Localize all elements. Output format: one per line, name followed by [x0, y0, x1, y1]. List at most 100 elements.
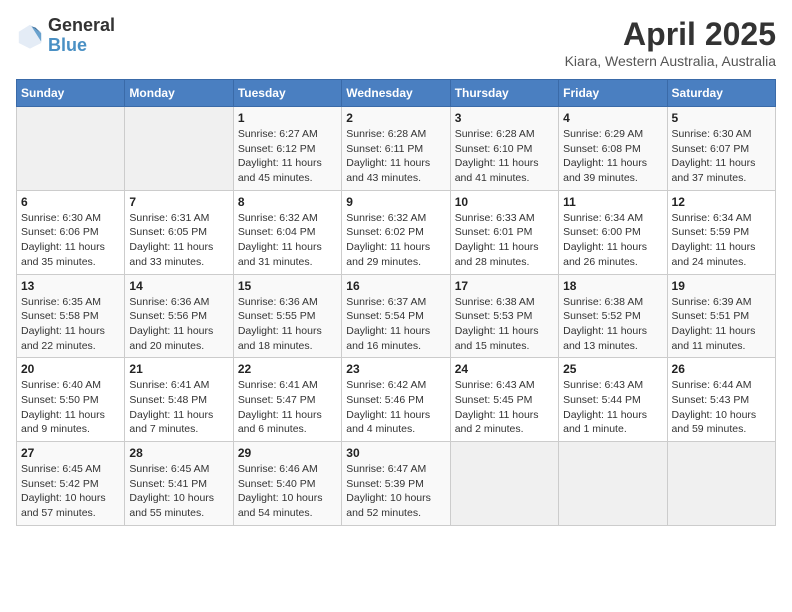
day-number: 14	[129, 279, 228, 293]
day-number: 28	[129, 446, 228, 460]
calendar-cell: 4 Sunrise: 6:29 AM Sunset: 6:08 PM Daylig…	[559, 107, 667, 191]
day-number: 23	[346, 362, 445, 376]
day-number: 19	[672, 279, 771, 293]
day-info: Sunrise: 6:30 AM Sunset: 6:06 PM Dayligh…	[21, 211, 120, 270]
calendar-cell	[450, 442, 558, 526]
logo-text-block: General Blue	[48, 16, 115, 56]
day-header-tuesday: Tuesday	[233, 80, 341, 107]
day-info: Sunrise: 6:34 AM Sunset: 5:59 PM Dayligh…	[672, 211, 771, 270]
calendar-cell: 25Sunrise: 6:43 AM Sunset: 5:44 PM Dayli…	[559, 358, 667, 442]
title-block: April 2025 Kiara, Western Australia, Aus…	[565, 16, 776, 69]
day-number: 4	[563, 111, 662, 125]
day-info: Sunrise: 6:38 AM Sunset: 5:53 PM Dayligh…	[455, 295, 554, 354]
day-info: Sunrise: 6:45 AM Sunset: 5:41 PM Dayligh…	[129, 462, 228, 521]
calendar-header-row: SundayMondayTuesdayWednesdayThursdayFrid…	[17, 80, 776, 107]
calendar-cell: 27 Sunrise: 6:45 AM Sunset: 5:42 PM Dayli…	[17, 442, 125, 526]
day-number: 30	[346, 446, 445, 460]
day-number: 22	[238, 362, 337, 376]
page-header: General Blue April 2025 Kiara, Western A…	[16, 16, 776, 69]
day-number: 10	[455, 195, 554, 209]
day-header-friday: Friday	[559, 80, 667, 107]
calendar-cell: 21 Sunrise: 6:41 AM Sunset: 5:48 PM Dayli…	[125, 358, 233, 442]
calendar-cell	[125, 107, 233, 191]
day-info: Sunrise: 6:45 AM Sunset: 5:42 PM Dayligh…	[21, 462, 120, 521]
day-info: Sunrise: 6:32 AM Sunset: 6:02 PM Dayligh…	[346, 211, 445, 270]
calendar-cell: 26Sunrise: 6:44 AM Sunset: 5:43 PM Dayli…	[667, 358, 775, 442]
day-header-wednesday: Wednesday	[342, 80, 450, 107]
day-number: 9	[346, 195, 445, 209]
calendar-cell: 14 Sunrise: 6:36 AM Sunset: 5:56 PM Dayli…	[125, 274, 233, 358]
day-number: 21	[129, 362, 228, 376]
day-info: Sunrise: 6:39 AM Sunset: 5:51 PM Dayligh…	[672, 295, 771, 354]
day-info: Sunrise: 6:47 AM Sunset: 5:39 PM Dayligh…	[346, 462, 445, 521]
day-number: 11	[563, 195, 662, 209]
day-info: Sunrise: 6:46 AM Sunset: 5:40 PM Dayligh…	[238, 462, 337, 521]
day-info: Sunrise: 6:36 AM Sunset: 5:56 PM Dayligh…	[129, 295, 228, 354]
day-info: Sunrise: 6:40 AM Sunset: 5:50 PM Dayligh…	[21, 378, 120, 437]
calendar-subtitle: Kiara, Western Australia, Australia	[565, 53, 776, 69]
day-info: Sunrise: 6:41 AM Sunset: 5:48 PM Dayligh…	[129, 378, 228, 437]
day-info: Sunrise: 6:35 AM Sunset: 5:58 PM Dayligh…	[21, 295, 120, 354]
day-info: Sunrise: 6:41 AM Sunset: 5:47 PM Dayligh…	[238, 378, 337, 437]
calendar-cell	[559, 442, 667, 526]
day-number: 2	[346, 111, 445, 125]
day-number: 7	[129, 195, 228, 209]
day-info: Sunrise: 6:38 AM Sunset: 5:52 PM Dayligh…	[563, 295, 662, 354]
day-number: 5	[672, 111, 771, 125]
logo-blue: Blue	[48, 35, 87, 55]
day-number: 25	[563, 362, 662, 376]
calendar-cell: 1 Sunrise: 6:27 AM Sunset: 6:12 PM Daylig…	[233, 107, 341, 191]
calendar-week-row: 6 Sunrise: 6:30 AM Sunset: 6:06 PM Daylig…	[17, 190, 776, 274]
day-number: 1	[238, 111, 337, 125]
calendar-cell: 3Sunrise: 6:28 AM Sunset: 6:10 PM Daylig…	[450, 107, 558, 191]
calendar-cell: 8Sunrise: 6:32 AM Sunset: 6:04 PM Daylig…	[233, 190, 341, 274]
calendar-cell: 23 Sunrise: 6:42 AM Sunset: 5:46 PM Dayli…	[342, 358, 450, 442]
day-info: Sunrise: 6:36 AM Sunset: 5:55 PM Dayligh…	[238, 295, 337, 354]
calendar-week-row: 20 Sunrise: 6:40 AM Sunset: 5:50 PM Dayli…	[17, 358, 776, 442]
logo-general: General	[48, 15, 115, 35]
day-number: 18	[563, 279, 662, 293]
logo-icon	[16, 22, 44, 50]
day-info: Sunrise: 6:30 AM Sunset: 6:07 PM Dayligh…	[672, 127, 771, 186]
calendar-cell: 7Sunrise: 6:31 AM Sunset: 6:05 PM Daylig…	[125, 190, 233, 274]
day-info: Sunrise: 6:27 AM Sunset: 6:12 PM Dayligh…	[238, 127, 337, 186]
calendar-cell: 17 Sunrise: 6:38 AM Sunset: 5:53 PM Dayli…	[450, 274, 558, 358]
day-number: 16	[346, 279, 445, 293]
calendar-cell: 18 Sunrise: 6:38 AM Sunset: 5:52 PM Dayli…	[559, 274, 667, 358]
day-number: 27	[21, 446, 120, 460]
day-header-saturday: Saturday	[667, 80, 775, 107]
calendar-cell: 19 Sunrise: 6:39 AM Sunset: 5:51 PM Dayli…	[667, 274, 775, 358]
calendar-cell: 6 Sunrise: 6:30 AM Sunset: 6:06 PM Daylig…	[17, 190, 125, 274]
day-header-thursday: Thursday	[450, 80, 558, 107]
calendar-cell: 2Sunrise: 6:28 AM Sunset: 6:11 PM Daylig…	[342, 107, 450, 191]
day-info: Sunrise: 6:42 AM Sunset: 5:46 PM Dayligh…	[346, 378, 445, 437]
calendar-week-row: 13 Sunrise: 6:35 AM Sunset: 5:58 PM Dayli…	[17, 274, 776, 358]
day-number: 20	[21, 362, 120, 376]
logo: General Blue	[16, 16, 115, 56]
day-header-sunday: Sunday	[17, 80, 125, 107]
calendar-cell: 9 Sunrise: 6:32 AM Sunset: 6:02 PM Daylig…	[342, 190, 450, 274]
calendar-cell: 16Sunrise: 6:37 AM Sunset: 5:54 PM Dayli…	[342, 274, 450, 358]
calendar-cell: 5 Sunrise: 6:30 AM Sunset: 6:07 PM Daylig…	[667, 107, 775, 191]
day-info: Sunrise: 6:33 AM Sunset: 6:01 PM Dayligh…	[455, 211, 554, 270]
day-number: 15	[238, 279, 337, 293]
day-number: 29	[238, 446, 337, 460]
calendar-cell	[17, 107, 125, 191]
day-info: Sunrise: 6:43 AM Sunset: 5:45 PM Dayligh…	[455, 378, 554, 437]
calendar-cell: 13 Sunrise: 6:35 AM Sunset: 5:58 PM Dayli…	[17, 274, 125, 358]
day-number: 12	[672, 195, 771, 209]
day-number: 6	[21, 195, 120, 209]
day-number: 13	[21, 279, 120, 293]
calendar-week-row: 27 Sunrise: 6:45 AM Sunset: 5:42 PM Dayli…	[17, 442, 776, 526]
day-info: Sunrise: 6:34 AM Sunset: 6:00 PM Dayligh…	[563, 211, 662, 270]
day-info: Sunrise: 6:29 AM Sunset: 6:08 PM Dayligh…	[563, 127, 662, 186]
calendar-cell: 24Sunrise: 6:43 AM Sunset: 5:45 PM Dayli…	[450, 358, 558, 442]
day-header-monday: Monday	[125, 80, 233, 107]
calendar-cell: 15 Sunrise: 6:36 AM Sunset: 5:55 PM Dayli…	[233, 274, 341, 358]
day-info: Sunrise: 6:44 AM Sunset: 5:43 PM Dayligh…	[672, 378, 771, 437]
calendar-week-row: 1 Sunrise: 6:27 AM Sunset: 6:12 PM Daylig…	[17, 107, 776, 191]
calendar-cell: 12 Sunrise: 6:34 AM Sunset: 5:59 PM Dayli…	[667, 190, 775, 274]
day-number: 17	[455, 279, 554, 293]
calendar-cell: 29 Sunrise: 6:46 AM Sunset: 5:40 PM Dayli…	[233, 442, 341, 526]
day-info: Sunrise: 6:28 AM Sunset: 6:10 PM Dayligh…	[455, 127, 554, 186]
